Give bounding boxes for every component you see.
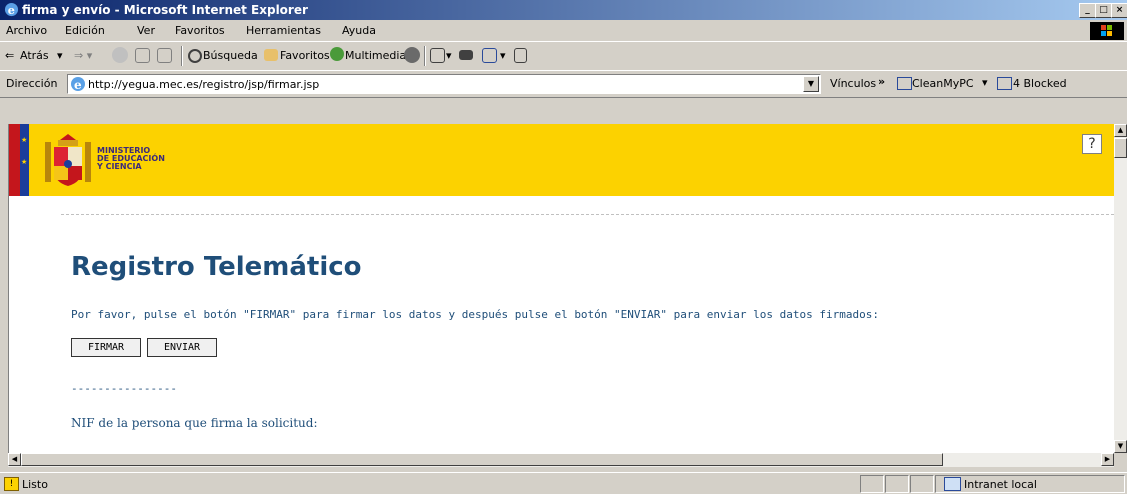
home-icon[interactable] [157, 48, 172, 63]
page-content: ★ ★ MINISTERIO DE EDUCACIÓN Y CIENCIA ? … [8, 124, 1114, 453]
window-title: firma y envío - Microsoft Internet Explo… [22, 3, 308, 17]
mail-dropdown-icon[interactable]: ▾ [446, 49, 452, 62]
link-blocked[interactable]: 4 Blocked [1013, 77, 1067, 90]
vertical-scrollbar[interactable]: ▲ ▼ [1114, 124, 1127, 453]
instructions-text: Por favor, pulse el botón "FIRMAR" para … [71, 308, 879, 321]
favorites-icon[interactable] [264, 49, 278, 61]
warning-icon: ! [4, 477, 19, 491]
menu-bar: Archivo Edición Ver Favoritos Herramient… [0, 21, 1127, 42]
stop-icon[interactable] [112, 47, 128, 63]
forward-button-icon[interactable]: ⇒ ▾ [74, 49, 92, 62]
address-bar: Dirección e http://yegua.mec.es/registro… [0, 71, 1127, 98]
standard-toolbar: ⇐ Atrás ▾ ⇒ ▾ Búsqueda Favoritos Multime… [0, 42, 1127, 71]
menu-edicion[interactable]: Edición [65, 24, 105, 37]
svg-text:e: e [8, 3, 15, 17]
separator-line: ---------------- [71, 382, 177, 395]
address-label: Dirección [6, 77, 58, 90]
links-chevron-icon[interactable]: » [878, 75, 885, 88]
scroll-thumb[interactable] [1114, 138, 1127, 158]
menu-favoritos[interactable]: Favoritos [175, 24, 225, 37]
send-button[interactable]: ENVIAR [147, 338, 217, 357]
minimize-button[interactable]: _ [1079, 3, 1096, 18]
link-icon [897, 77, 912, 90]
status-panel [860, 475, 884, 493]
link-icon [997, 77, 1012, 90]
menu-herramientas[interactable]: Herramientas [246, 24, 321, 37]
close-button[interactable]: × [1111, 3, 1127, 18]
status-panel [910, 475, 934, 493]
maximize-button[interactable]: □ [1095, 3, 1112, 18]
scroll-up-icon[interactable]: ▲ [1114, 124, 1127, 137]
status-panel [885, 475, 909, 493]
edit-icon[interactable] [482, 48, 497, 63]
menu-archivo[interactable]: Archivo [6, 24, 47, 37]
favorites-button[interactable]: Favoritos [280, 49, 330, 62]
back-button[interactable]: Atrás [20, 49, 49, 62]
ministry-name: MINISTERIO DE EDUCACIÓN Y CIENCIA [97, 147, 165, 171]
sign-button[interactable]: FIRMAR [71, 338, 141, 357]
windows-logo-throbber [1090, 22, 1124, 40]
address-input[interactable]: e http://yegua.mec.es/registro/jsp/firma… [67, 74, 821, 94]
search-button[interactable]: Búsqueda [203, 49, 258, 62]
address-url: http://yegua.mec.es/registro/jsp/firmar.… [88, 78, 320, 91]
scroll-left-icon[interactable]: ◀ [8, 453, 21, 466]
link-dropdown-icon[interactable]: ▾ [982, 76, 988, 89]
horizontal-scrollbar[interactable]: ◀ ▶ [8, 453, 1114, 467]
page-icon: e [71, 77, 85, 92]
divider [61, 214, 1114, 215]
intranet-zone-icon [944, 477, 961, 491]
page-title: Registro Telemático [71, 252, 362, 282]
multimedia-icon[interactable] [330, 47, 344, 61]
flag-stripe-blue: ★ ★ [20, 124, 29, 196]
back-dropdown-icon[interactable]: ▾ [57, 49, 63, 62]
menu-ver[interactable]: Ver [137, 24, 155, 37]
coat-of-arms-icon [45, 134, 91, 186]
flag-stripe-red [9, 124, 20, 196]
search-icon[interactable] [188, 49, 202, 63]
link-cleanmypc[interactable]: CleanMyPC [912, 77, 974, 90]
status-bar: ! Listo Intranet local [0, 472, 1127, 494]
scroll-right-icon[interactable]: ▶ [1101, 453, 1114, 466]
refresh-icon[interactable] [135, 48, 150, 63]
menu-ayuda[interactable]: Ayuda [342, 24, 376, 37]
links-label[interactable]: Vínculos [830, 77, 876, 90]
scroll-down-icon[interactable]: ▼ [1114, 440, 1127, 453]
status-text: Listo [22, 478, 48, 491]
print-icon[interactable] [459, 50, 473, 60]
window-title-bar[interactable]: e firma y envío - Microsoft Internet Exp… [0, 0, 1127, 20]
internet-explorer-icon: e [4, 2, 19, 17]
help-button[interactable]: ? [1082, 134, 1102, 154]
discuss-icon[interactable] [514, 48, 527, 63]
scroll-thumb-horizontal[interactable] [21, 453, 943, 466]
svg-text:e: e [74, 78, 82, 92]
ministry-line-3: Y CIENCIA [97, 162, 142, 171]
edit-dropdown-icon[interactable]: ▾ [500, 49, 506, 62]
address-dropdown-icon[interactable]: ▼ [803, 76, 819, 92]
mail-icon[interactable] [430, 48, 445, 63]
nif-label: NIF de la persona que firma la solicitud… [71, 416, 318, 430]
back-arrow-icon[interactable]: ⇐ [5, 49, 14, 62]
security-zone-text: Intranet local [964, 478, 1037, 491]
multimedia-button[interactable]: Multimedia [345, 49, 406, 62]
ministry-banner: ★ ★ MINISTERIO DE EDUCACIÓN Y CIENCIA ? [9, 124, 1114, 196]
history-icon[interactable] [404, 47, 420, 63]
